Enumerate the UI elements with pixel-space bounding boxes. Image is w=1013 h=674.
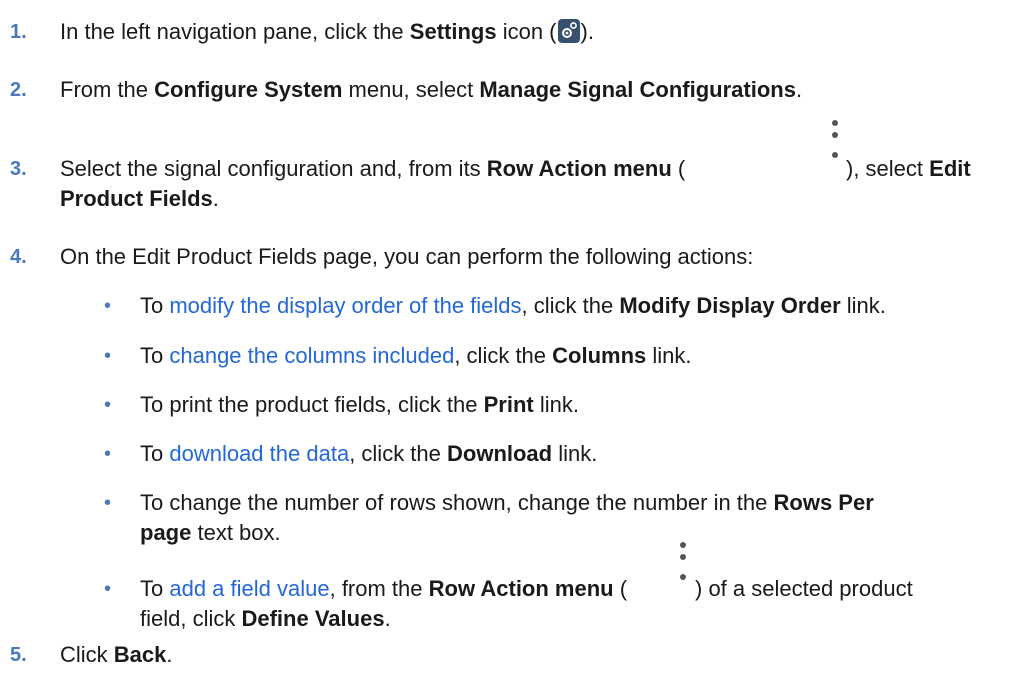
step-text: From the Configure System menu, select M…	[60, 77, 803, 102]
step-number: 3.	[10, 158, 27, 180]
ui-term: Modify Display Order	[619, 293, 841, 318]
ui-term: Edit	[929, 156, 971, 181]
bullet-marker: •	[104, 492, 112, 514]
bullet-marker: •	[104, 578, 112, 600]
ui-term: Columns	[552, 343, 647, 368]
ui-term: Download	[447, 441, 553, 466]
ui-term: Settings	[409, 19, 497, 44]
bullet-marker: •	[104, 394, 112, 416]
step-number: 2.	[10, 79, 27, 101]
ui-term: Manage Signal Configurations	[479, 77, 796, 102]
bullet-marker: •	[104, 443, 112, 465]
ui-term: Back	[113, 642, 167, 667]
ui-term: Rows Per	[773, 490, 874, 515]
bullet-marker: •	[104, 345, 112, 367]
ui-term: Configure System	[154, 77, 343, 102]
ui-term: Define Values	[241, 606, 385, 631]
link-change-columns[interactable]: change the columns included	[169, 343, 454, 368]
link-download-data[interactable]: download the data	[169, 441, 349, 466]
step-number: 5.	[10, 644, 27, 666]
gear-icon	[557, 19, 580, 43]
step-number: 1.	[10, 21, 27, 43]
link-modify-display-order[interactable]: modify the display order of the fields	[169, 293, 521, 318]
link-add-field-value[interactable]: add a field value	[169, 576, 329, 601]
ui-term: Row Action menu	[486, 156, 672, 181]
step-text: In the left navigation pane, click the S…	[60, 19, 594, 44]
step-number: 4.	[10, 246, 27, 268]
step-text: Click Back.	[60, 642, 173, 667]
bullet-marker: •	[104, 295, 112, 317]
ui-term: Product Fields	[60, 186, 213, 211]
ui-term: page	[140, 520, 192, 545]
kebab-icon	[826, 114, 844, 164]
step-text: On the Edit Product Fields page, you can…	[60, 244, 754, 269]
kebab-icon	[674, 536, 692, 586]
ui-term: Row Action menu	[428, 576, 614, 601]
ui-term: Print	[483, 392, 534, 417]
